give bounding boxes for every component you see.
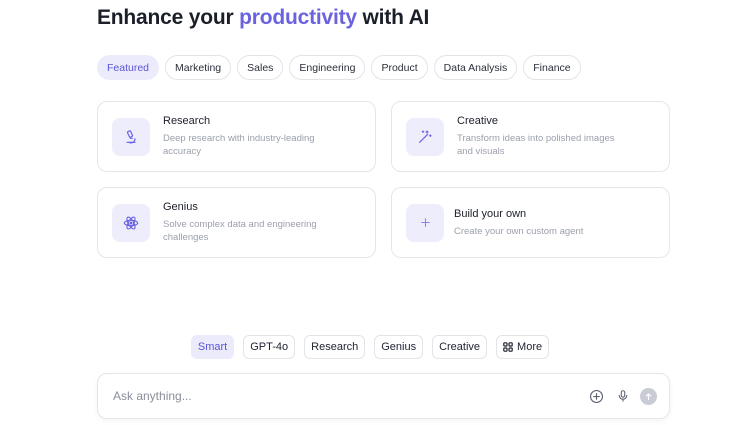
page: Enhance your productivity with AI Featur…: [0, 0, 740, 425]
send-arrow-icon[interactable]: [640, 387, 657, 405]
page-title: Enhance your productivity with AI: [97, 6, 429, 30]
agent-card-build-your-own[interactable]: Build your own Create your own custom ag…: [391, 187, 670, 258]
agent-card-genius[interactable]: Genius Solve complex data and engineerin…: [97, 187, 376, 258]
category-filter-bar: Featured Marketing Sales Engineering Pro…: [97, 55, 581, 80]
agent-card-title: Creative: [457, 115, 498, 127]
agent-card-description: Solve complex data and engineering chall…: [163, 219, 317, 243]
agent-card-research[interactable]: Research Deep research with industry-lea…: [97, 101, 376, 172]
agent-card-creative[interactable]: Creative Transform ideas into polished i…: [391, 101, 670, 172]
add-circle-icon[interactable]: [588, 388, 605, 405]
filter-chip-finance[interactable]: Finance: [523, 55, 581, 80]
grid-icon: [503, 342, 513, 352]
microscope-icon: [112, 117, 150, 156]
microphone-icon[interactable]: [614, 388, 631, 405]
model-selector-bar: Smart GPT-4o Research Genius Creative Mo…: [0, 335, 740, 359]
agent-card-description: Transform ideas into polished images and…: [457, 133, 615, 157]
agent-card-description: Create your own custom agent: [454, 225, 584, 237]
filter-chip-featured[interactable]: Featured: [97, 55, 160, 80]
plus-icon: [406, 203, 444, 242]
model-chip-genius[interactable]: Genius: [374, 335, 424, 359]
filter-chip-sales[interactable]: Sales: [237, 55, 284, 80]
filter-chip-marketing[interactable]: Marketing: [165, 55, 232, 80]
filter-chip-data-analysis[interactable]: Data Analysis: [433, 55, 518, 80]
model-chip-smart[interactable]: Smart: [190, 335, 235, 359]
more-models-button[interactable]: More: [496, 335, 550, 359]
magic-wand-icon: [406, 117, 444, 156]
agent-card-description: Deep research with industry-leading accu…: [163, 133, 315, 157]
model-chip-research[interactable]: Research: [304, 335, 366, 359]
agent-card-title: Genius: [163, 201, 198, 213]
filter-chip-engineering[interactable]: Engineering: [289, 55, 366, 80]
headline-suffix: with AI: [356, 6, 430, 29]
agent-card-title: Build your own: [454, 207, 527, 220]
filter-chip-product[interactable]: Product: [371, 55, 428, 80]
model-chip-gpt-4o[interactable]: GPT-4o: [243, 335, 296, 359]
headline-accent: productivity: [239, 6, 357, 29]
agent-card-grid: Research Deep research with industry-lea…: [97, 101, 670, 258]
prompt-input[interactable]: [113, 389, 588, 403]
agent-card-title: Research: [163, 115, 211, 127]
prompt-composer: [97, 373, 670, 419]
atom-icon: [112, 203, 150, 242]
model-chip-creative[interactable]: Creative: [432, 335, 488, 359]
more-models-label: More: [517, 341, 543, 353]
headline-prefix: Enhance your: [97, 6, 240, 29]
